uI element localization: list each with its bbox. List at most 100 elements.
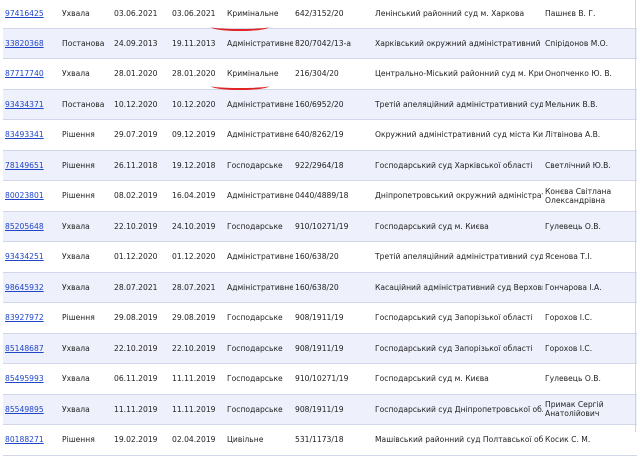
registration-date-cell: 29.07.2019	[112, 119, 170, 151]
case-number-cell: 820/7042/13-а	[293, 28, 373, 59]
publication-date: 09.12.2019	[172, 130, 216, 140]
registration-date-cell: 24.09.2013	[112, 28, 170, 59]
court-name-cell: Машівський районний суд Полтавської обла…	[373, 424, 543, 456]
decision-id-link[interactable]: 85495993	[5, 374, 44, 383]
registration-date: 26.11.2018	[114, 160, 158, 170]
red-underline-annotation	[211, 23, 269, 31]
decision-id-link[interactable]: 87717740	[5, 69, 44, 78]
registration-date-cell: 03.06.2021	[112, 0, 170, 29]
registration-date: 01.12.2020	[114, 252, 158, 262]
decision-type: Рішення	[62, 191, 95, 201]
judge-name: Спірідонов М.О.	[545, 38, 609, 48]
decision-id-link-cell: 93434371	[3, 89, 60, 120]
court-name-cell: Господарський суд м. Києва	[373, 211, 543, 242]
decision-id-link[interactable]: 78149651	[5, 161, 44, 170]
decision-id-link[interactable]: 97416425	[5, 9, 44, 18]
decision-id-link[interactable]: 98645932	[5, 283, 44, 292]
court-name-cell: Господарський суд Запорізької області	[373, 302, 543, 334]
registration-date: 19.02.2019	[114, 435, 158, 445]
judge-name-cell: Конєва Світлана Олександрівна	[543, 180, 637, 212]
table-row: 87717740 Ухвала 28.01.2020 28.01.2020 Кримін…	[3, 58, 637, 90]
court-name-cell: Центрально-Міський районний суд м. Криво…	[373, 58, 543, 90]
court-name: Харківський окружний адміністративний су…	[375, 38, 543, 48]
judge-name-cell: Горохов І.С.	[543, 333, 637, 364]
table-row: 80023801 Рішення 08.02.2019 16.04.2019 Адмін…	[3, 180, 637, 212]
decision-id-link[interactable]: 83927972	[5, 313, 44, 322]
decision-type-cell: Рішення	[60, 424, 112, 456]
decision-type: Ухвала	[62, 404, 90, 414]
decision-id-link[interactable]: 33820368	[5, 39, 44, 48]
proceeding-form: Адміністративне	[227, 38, 293, 48]
judge-name: Онопченко Ю. В.	[545, 69, 612, 79]
decision-type-cell: Рішення	[60, 119, 112, 151]
decision-id-link[interactable]: 85148687	[5, 344, 44, 353]
publication-date: 11.11.2019	[172, 374, 216, 384]
proceeding-form: Кримінальне	[227, 9, 279, 19]
proceeding-form: Адміністративне	[227, 191, 293, 201]
decision-id-link-cell: 85148687	[3, 333, 60, 364]
court-name: Машівський районний суд Полтавської обла…	[375, 435, 543, 445]
publication-date-cell: 29.08.2019	[170, 302, 225, 334]
registration-date: 24.09.2013	[114, 38, 158, 48]
decision-id-link-cell: 85495993	[3, 363, 60, 395]
proceeding-form-cell: Господарське	[225, 333, 293, 364]
case-number: 160/638/20	[295, 252, 339, 262]
case-number-cell: 910/10271/19	[293, 211, 373, 242]
court-name: Третій апеляційний адміністративний суд	[375, 252, 543, 262]
judge-name-cell: Косик С. М.	[543, 424, 637, 456]
case-number-cell: 160/6952/20	[293, 89, 373, 120]
decision-id-link[interactable]: 80188271	[5, 435, 44, 444]
decision-type: Рішення	[62, 313, 95, 323]
court-name: Дніпропетровський окружний адміністратив…	[375, 191, 543, 201]
proceeding-form: Господарське	[227, 343, 283, 353]
decision-id-link[interactable]: 93434371	[5, 100, 44, 109]
case-number: 160/638/20	[295, 282, 339, 292]
registration-date-cell: 10.12.2020	[112, 89, 170, 120]
court-name-cell: Господарський суд Харківської області	[373, 150, 543, 181]
proceeding-form: Кримінальне	[227, 69, 279, 79]
court-name-cell: Господарський суд Дніпропетровської обла…	[373, 394, 543, 425]
decision-id-link[interactable]: 85205648	[5, 222, 44, 231]
court-name-cell: Третій апеляційний адміністративний суд	[373, 241, 543, 273]
registration-date-cell: 28.07.2021	[112, 272, 170, 303]
table-row: 98645932 Ухвала 28.07.2021 28.07.2021 Адміні…	[3, 272, 637, 303]
table-row: 85205648 Ухвала 22.10.2019 24.10.2019 Господ…	[3, 211, 637, 242]
court-name-cell: Господарський суд м. Києва	[373, 363, 543, 395]
decision-id-link[interactable]: 80023801	[5, 191, 44, 200]
judge-name-cell: Літвінова А.В.	[543, 119, 637, 151]
decision-type: Рішення	[62, 435, 95, 445]
publication-date-cell: 22.10.2019	[170, 333, 225, 364]
publication-date: 28.01.2020	[172, 69, 216, 79]
publication-date-cell: 09.12.2019	[170, 119, 225, 151]
publication-date-cell: 24.10.2019	[170, 211, 225, 242]
decision-id-link[interactable]: 93434251	[5, 252, 44, 261]
decision-type: Рішення	[62, 160, 95, 170]
decision-id-link-cell: 80188271	[3, 424, 60, 456]
decision-id-link-cell: 83927972	[3, 302, 60, 334]
decision-type-cell: Ухвала	[60, 333, 112, 364]
case-number: 0440/4889/18	[295, 191, 349, 201]
decision-type-cell: Постанова	[60, 89, 112, 120]
publication-date-cell: 19.12.2018	[170, 150, 225, 181]
table-row: 85549895 Ухвала 11.11.2019 11.11.2019 Господ…	[3, 394, 637, 425]
proceeding-form-cell: Господарське	[225, 363, 293, 395]
table-row: 83493341 Рішення 29.07.2019 09.12.2019 Адмін…	[3, 119, 637, 151]
proceeding-form-cell: Адміністративне	[225, 89, 293, 120]
judge-name-cell: Спірідонов М.О.	[543, 28, 637, 59]
decision-type: Ухвала	[62, 343, 90, 353]
decision-type-cell: Постанова	[60, 28, 112, 59]
decision-type-cell: Ухвала	[60, 272, 112, 303]
judge-name-cell: Горохов І.С.	[543, 302, 637, 334]
case-number-cell: 160/638/20	[293, 241, 373, 273]
publication-date: 02.04.2019	[172, 435, 216, 445]
court-name-cell: Третій апеляційний адміністративний суд	[373, 89, 543, 120]
decision-id-link[interactable]: 85549895	[5, 405, 44, 414]
table-row: 85148687 Ухвала 22.10.2019 22.10.2019 Господ…	[3, 333, 637, 364]
decision-id-link[interactable]: 83493341	[5, 130, 44, 139]
publication-date: 01.12.2020	[172, 252, 216, 262]
court-name: Третій апеляційний адміністративний суд	[375, 99, 543, 109]
judge-name: Примак Сергій Анатолійович	[545, 400, 604, 419]
judge-name-cell: Гулевець О.В.	[543, 363, 637, 395]
table-row: 80188271 Рішення 19.02.2019 02.04.2019 Цивіл…	[3, 424, 637, 456]
publication-date: 10.12.2020	[172, 99, 216, 109]
